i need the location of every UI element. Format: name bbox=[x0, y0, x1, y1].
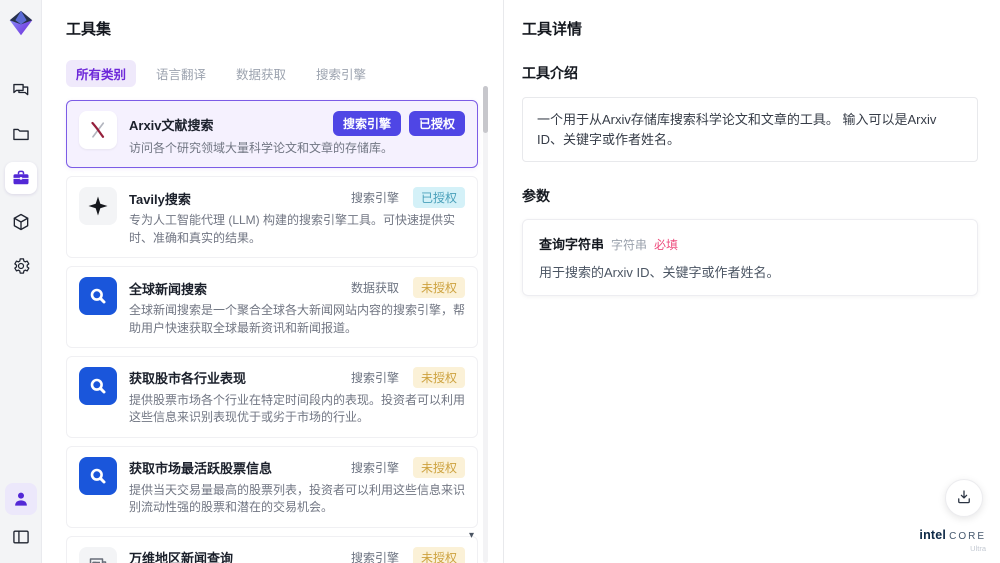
tool-title: Arxiv文献搜索 bbox=[129, 117, 214, 133]
tool-card[interactable]: Arxiv文献搜索 搜索引擎 已授权 访问各个研究领域大量科学论文和文章的存储库… bbox=[66, 100, 478, 169]
tool-description: 全球新闻搜索是一个聚合全球各大新闻网站内容的搜索引擎，帮助用户快速获取全球最新资… bbox=[129, 303, 466, 335]
tab-data-fetch[interactable]: 数据获取 bbox=[226, 60, 296, 87]
news-search-icon bbox=[79, 277, 117, 316]
tool-status-badge: 未授权 bbox=[412, 546, 465, 563]
parameter-card: 查询字符串 字符串 必填 用于搜索的Arxiv ID、关键字或作者姓名。 bbox=[522, 219, 978, 296]
parameter-description: 用于搜索的Arxiv ID、关键字或作者姓名。 bbox=[539, 265, 780, 280]
sidebar-item-folder[interactable] bbox=[5, 118, 37, 150]
tavily-icon bbox=[79, 187, 117, 226]
tool-status-badge: 已授权 bbox=[408, 111, 465, 136]
sidebar-item-settings[interactable] bbox=[5, 250, 37, 282]
tool-category-tag: 搜索引擎 bbox=[332, 111, 401, 136]
intel-brand-text: intel bbox=[919, 528, 947, 542]
params-heading: 参数 bbox=[522, 188, 550, 204]
stock-search-icon bbox=[79, 456, 117, 495]
tab-all-categories[interactable]: 所有类别 bbox=[66, 60, 137, 87]
tool-status-badge: 已授权 bbox=[412, 187, 465, 209]
tool-title: Tavily搜索 bbox=[129, 191, 191, 207]
app-logo bbox=[6, 8, 36, 38]
sidebar-nav bbox=[4, 74, 37, 282]
scroll-down-icon[interactable]: ▾ bbox=[469, 531, 474, 541]
gear-icon bbox=[11, 256, 31, 276]
tab-language-translation[interactable]: 语言翻译 bbox=[146, 60, 216, 87]
sidebar bbox=[0, 0, 42, 563]
tool-card-list: Arxiv文献搜索 搜索引擎 已授权 访问各个研究领域大量科学论文和文章的存储库… bbox=[66, 100, 478, 563]
sidebar-item-user[interactable] bbox=[4, 483, 37, 515]
tool-title: 全球新闻搜索 bbox=[129, 281, 208, 297]
app-window: 工具集 所有类别 语言翻译 数据获取 搜索引擎 Arxiv文献搜索 搜索引擎 已授权 … bbox=[0, 0, 1000, 563]
arxiv-icon bbox=[79, 111, 117, 149]
download-button[interactable] bbox=[945, 479, 983, 517]
tool-title: 获取股市各行业表现 bbox=[129, 371, 247, 387]
tool-status-badge: 未授权 bbox=[412, 366, 465, 388]
tool-intro-text: 一个用于从Arxiv存储库搜索科学论文和文章的工具。 输入可以是Arxiv ID… bbox=[537, 112, 937, 147]
detail-title: 工具详情 bbox=[522, 21, 583, 38]
tool-intro-box: 一个用于从Arxiv存储库搜索科学论文和文章的工具。 输入可以是Arxiv ID… bbox=[522, 97, 978, 162]
layout-icon bbox=[11, 527, 31, 547]
tool-title: 获取市场最活跃股票信息 bbox=[129, 461, 273, 477]
stock-search-icon bbox=[79, 366, 117, 405]
category-tabs: 所有类别 语言翻译 数据获取 搜索引擎 bbox=[66, 60, 503, 87]
tool-card[interactable]: 全球新闻搜索 数据获取 未授权 全球新闻搜索是一个聚合全球各大新闻网站内容的搜索… bbox=[66, 266, 478, 348]
sidebar-item-layout[interactable] bbox=[5, 521, 37, 553]
parameter-type: 字符串 bbox=[611, 238, 648, 252]
tool-card[interactable]: 万维地区新闻查询 搜索引擎 未授权 查询具体行政区划内的新闻，快速了解各地新闻动 bbox=[66, 535, 478, 563]
tool-category-tag: 搜索引擎 bbox=[350, 370, 399, 385]
parameter-header: 查询字符串 字符串 必填 bbox=[539, 234, 961, 253]
page-title: 工具集 bbox=[66, 21, 112, 38]
sidebar-item-toolbox[interactable] bbox=[4, 162, 37, 194]
briefcase-icon bbox=[11, 168, 31, 188]
parameter-name: 查询字符串 bbox=[539, 237, 605, 252]
tool-description: 访问各个研究领域大量科学论文和文章的存储库。 bbox=[129, 141, 394, 155]
list-scrollbar[interactable] bbox=[483, 86, 488, 563]
tool-card[interactable]: 获取市场最活跃股票信息 搜索引擎 未授权 提供当天交易量最高的股票列表，投资者可… bbox=[66, 445, 478, 528]
tool-description: 专为人工智能代理 (LLM) 构建的搜索引擎工具。可快速提供实时、准确和真实的结… bbox=[129, 213, 456, 245]
tool-detail-panel: 工具详情 工具介绍 一个用于从Arxiv存储库搜索科学论文和文章的工具。 输入可… bbox=[504, 0, 1000, 563]
download-icon bbox=[955, 488, 973, 509]
tool-card[interactable]: 获取股市各行业表现 搜索引擎 未授权 提供股票市场各个行业在特定时间段内的表现。… bbox=[66, 355, 478, 438]
folder-icon bbox=[11, 124, 31, 144]
intel-core-text: CORE bbox=[949, 531, 986, 542]
tool-status-badge: 未授权 bbox=[412, 456, 465, 478]
intel-ultra-text: Ultra bbox=[970, 543, 986, 553]
sidebar-bottom bbox=[4, 483, 37, 563]
tab-search-engine[interactable]: 搜索引擎 bbox=[306, 60, 376, 87]
sidebar-item-chat[interactable] bbox=[5, 74, 37, 106]
cube-icon bbox=[11, 212, 31, 232]
tool-list-panel: 工具集 所有类别 语言翻译 数据获取 搜索引擎 Arxiv文献搜索 搜索引擎 已授权 … bbox=[42, 0, 503, 563]
sidebar-item-models[interactable] bbox=[5, 206, 37, 238]
chat-icon bbox=[11, 80, 31, 100]
tool-category-tag: 搜索引擎 bbox=[350, 460, 399, 475]
newspaper-icon bbox=[79, 546, 117, 563]
tool-category-tag: 搜索引擎 bbox=[350, 191, 399, 206]
tool-description: 提供股票市场各个行业在特定时间段内的表现。投资者可以利用这些信息来识别表现优于或… bbox=[129, 392, 466, 425]
tool-status-badge: 未授权 bbox=[412, 277, 465, 299]
user-icon bbox=[11, 489, 31, 509]
tool-category-tag: 搜索引擎 bbox=[350, 550, 399, 563]
parameter-required-badge: 必填 bbox=[654, 238, 679, 252]
tool-card[interactable]: Tavily搜索 搜索引擎 已授权 专为人工智能代理 (LLM) 构建的搜索引擎… bbox=[66, 176, 478, 259]
scrollbar-thumb[interactable] bbox=[483, 86, 488, 133]
tool-title: 万维地区新闻查询 bbox=[129, 551, 234, 563]
tool-description: 提供当天交易量最高的股票列表，投资者可以利用这些信息来识别流动性强的股票和潜在的… bbox=[129, 482, 466, 515]
intel-core-logo: intel CORE Ultra bbox=[919, 528, 986, 553]
tool-category-tag: 数据获取 bbox=[350, 281, 399, 296]
intro-heading: 工具介绍 bbox=[522, 65, 578, 81]
